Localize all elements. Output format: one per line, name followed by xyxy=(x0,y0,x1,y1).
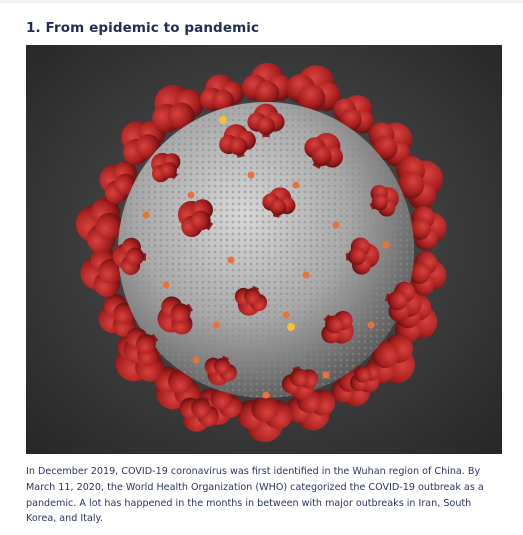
envelope-protein xyxy=(142,211,150,219)
membrane-protein xyxy=(287,323,295,331)
image-caption: In December 2019, COVID-19 coronavirus w… xyxy=(26,466,484,525)
envelope-protein xyxy=(212,321,220,329)
envelope-protein xyxy=(367,321,375,329)
envelope-protein xyxy=(192,356,200,364)
envelope-protein xyxy=(282,311,290,319)
envelope-protein xyxy=(187,191,195,199)
envelope-protein xyxy=(162,281,170,289)
article-section: 1. From epidemic to pandemic In December… xyxy=(0,0,523,535)
top-divider xyxy=(0,0,523,3)
envelope-protein xyxy=(292,181,300,189)
section-heading: 1. From epidemic to pandemic xyxy=(26,20,260,36)
envelope-protein xyxy=(227,256,235,264)
envelope-protein xyxy=(247,171,255,179)
envelope-protein xyxy=(382,241,390,249)
envelope-protein xyxy=(262,391,270,399)
spike-protein xyxy=(236,391,293,443)
coronavirus-image xyxy=(26,45,502,454)
envelope-protein xyxy=(332,221,340,229)
membrane-protein xyxy=(219,116,227,124)
coronavirus-illustration xyxy=(75,62,447,443)
spike-protein xyxy=(242,62,293,109)
envelope-protein xyxy=(322,371,330,379)
envelope-protein xyxy=(302,271,310,279)
